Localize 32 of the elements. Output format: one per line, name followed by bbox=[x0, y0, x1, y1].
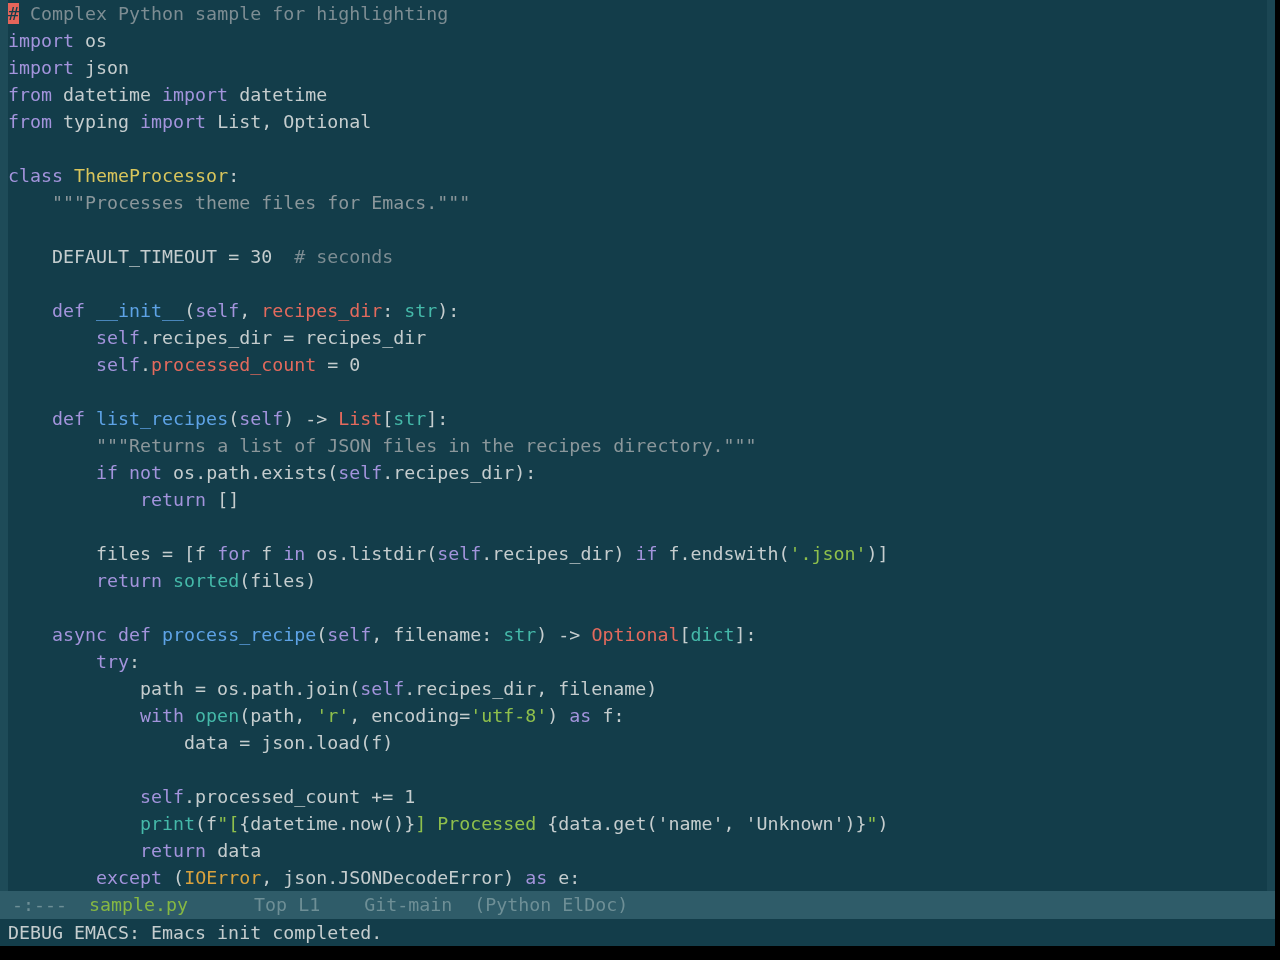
code-line: return sorted(files) bbox=[96, 569, 317, 593]
code-line: return [] bbox=[140, 488, 240, 512]
buffer-name: sample.py bbox=[89, 893, 189, 918]
code-line: self.recipes_dir = recipes_dir bbox=[96, 326, 427, 350]
code-line: class ThemeProcessor: bbox=[8, 164, 240, 188]
code-line: import os bbox=[8, 29, 108, 53]
code-line: files = [f for f in os.listdir(self.recipes_dir) if f.endswith('.json')] bbox=[96, 542, 889, 566]
code-line: return data bbox=[140, 839, 262, 863]
code-line: from datetime import datetime bbox=[8, 83, 328, 107]
code-line: if not os.path.exists(self.recipes_dir): bbox=[96, 461, 537, 485]
code-line: # Complex Python sample for highlighting bbox=[8, 2, 449, 26]
code-line: data = json.load(f) bbox=[184, 731, 394, 755]
code-line: import json bbox=[8, 56, 130, 80]
code-line: DEFAULT_TIMEOUT = 30 # seconds bbox=[52, 245, 394, 269]
code-line: """Returns a list of JSON files in the recipes directory.""" bbox=[96, 434, 757, 458]
code-line: path = os.path.join(self.recipes_dir, filename) bbox=[140, 677, 658, 701]
code-line: async def process_recipe(self, filename: str) -> Optional[dict]: bbox=[52, 623, 757, 647]
cursor-position: Top L1 bbox=[254, 893, 321, 918]
code-line: print(f"[{datetime.now()}] Processed {data.get('name', 'Unknown')}") bbox=[140, 812, 889, 836]
code-line: """Processes theme files for Emacs.""" bbox=[52, 191, 471, 215]
code-line: from typing import List, Optional bbox=[8, 110, 372, 134]
code-line: self.processed_count = 0 bbox=[96, 353, 361, 377]
code-line: def list_recipes(self) -> List[str]: bbox=[52, 407, 449, 431]
git-branch: Git-main bbox=[364, 893, 453, 918]
code-line: try: bbox=[96, 650, 141, 674]
major-mode: (Python ElDoc) bbox=[474, 893, 629, 918]
echo-message: DEBUG EMACS: Emacs init completed. bbox=[8, 920, 383, 945]
code-line: def __init__(self, recipes_dir: str): bbox=[52, 299, 460, 323]
modified-status: -:--- bbox=[12, 893, 68, 918]
code-line: except (IOError, json.JSONDecodeError) as e: bbox=[96, 866, 581, 890]
code-line: self.processed_count += 1 bbox=[140, 785, 416, 809]
code-line: with open(path, 'r', encoding='utf-8') as f: bbox=[140, 704, 625, 728]
